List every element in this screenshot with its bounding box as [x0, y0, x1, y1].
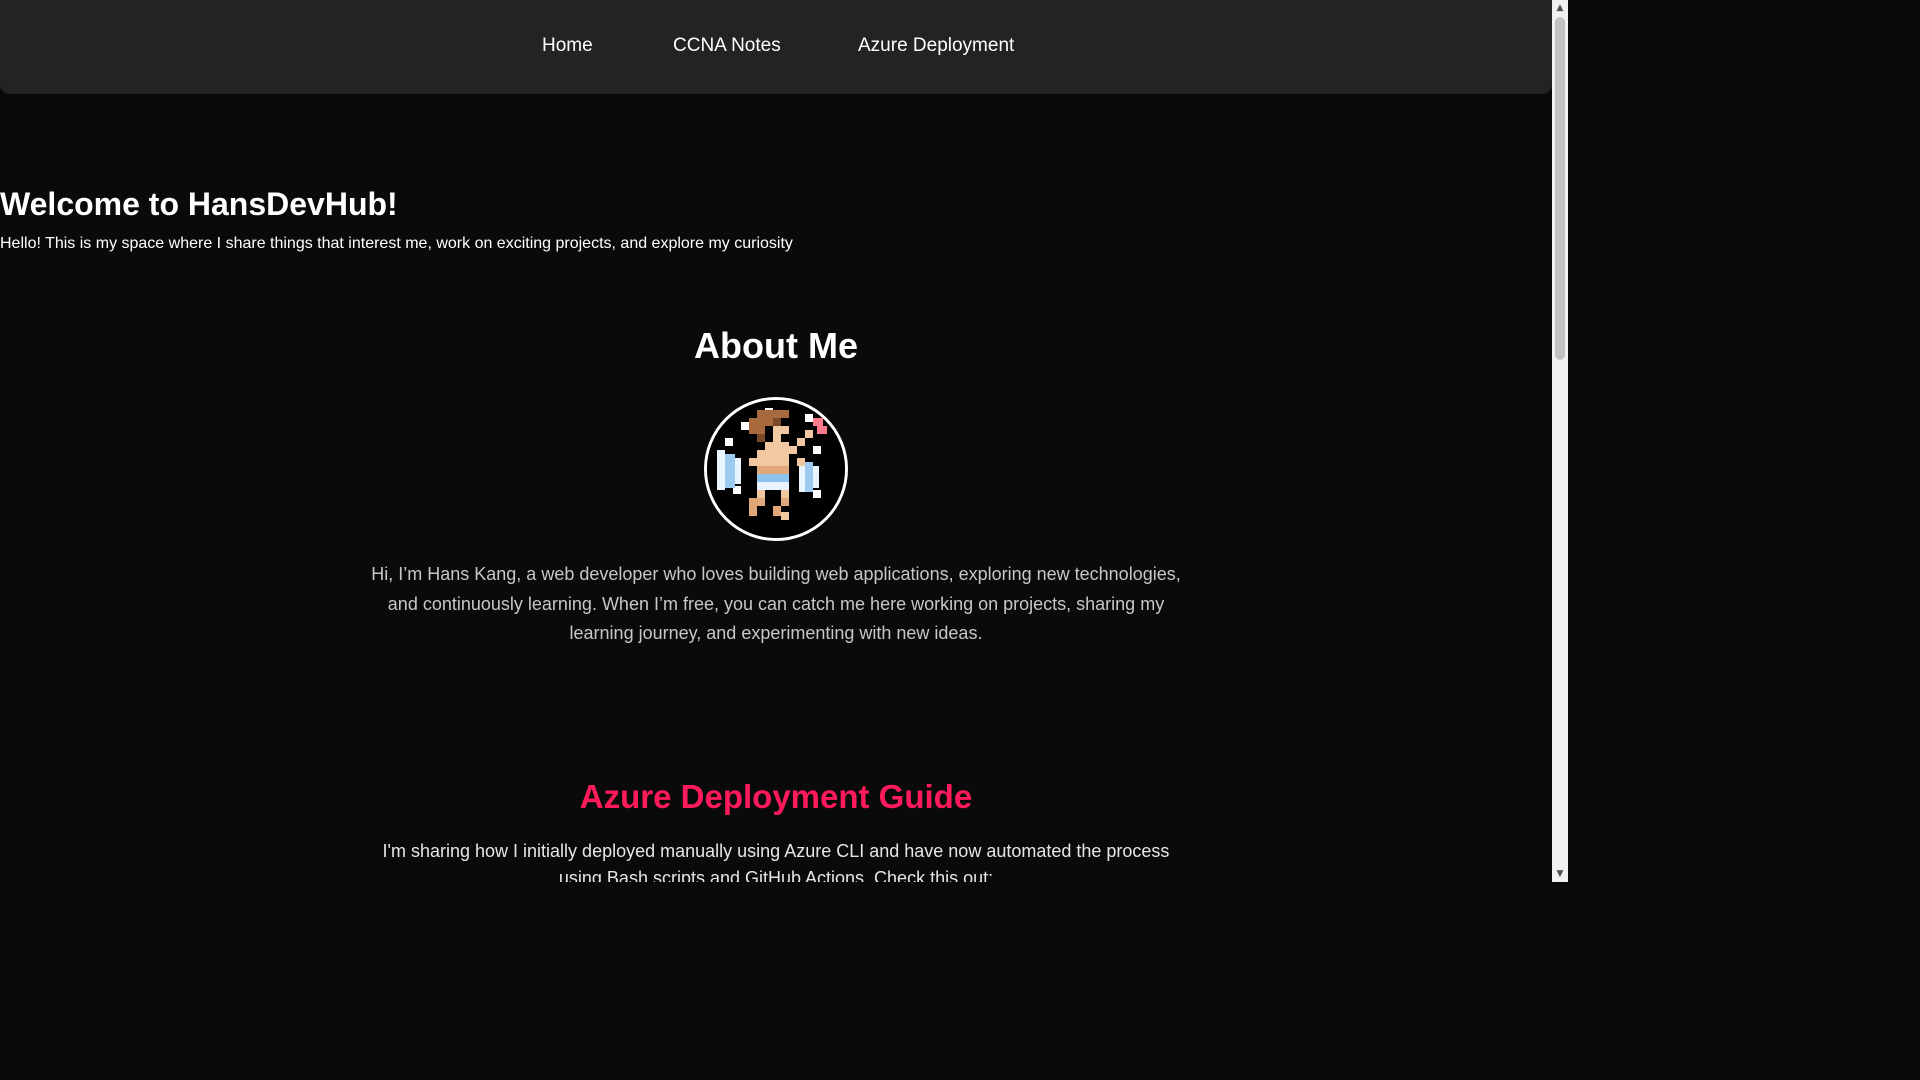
about-description: Hi, I’m Hans Kang, a web developer who l… [371, 564, 1181, 643]
azure-guide-description: I'm sharing how I initially deployed man… [382, 841, 1170, 882]
avatar [704, 397, 848, 541]
page: Home CCNA Notes Azure Deployment Welcome… [0, 0, 1552, 882]
page-scrollbar[interactable]: ▲ ▼ [1552, 0, 1568, 882]
nav-link-ccna-notes[interactable]: CCNA Notes [673, 34, 781, 58]
azure-guide-title: Azure Deployment Guide [579, 778, 973, 815]
pixel-art-character-icon [707, 400, 845, 538]
nav-link-azure-deployment[interactable]: Azure Deployment [858, 34, 1014, 58]
hero-title: Welcome to HansDevHub! [0, 186, 398, 222]
scroll-thumb[interactable] [1555, 17, 1565, 360]
hero-subtitle: Hello! This is my space where I share th… [0, 235, 793, 252]
top-navbar: Home CCNA Notes Azure Deployment [0, 0, 1552, 94]
about-title: About Me [694, 325, 858, 366]
scroll-up-arrow-icon[interactable]: ▲ [1552, 0, 1568, 16]
nav-link-home[interactable]: Home [542, 34, 593, 58]
scroll-down-arrow-icon[interactable]: ▼ [1552, 866, 1568, 882]
